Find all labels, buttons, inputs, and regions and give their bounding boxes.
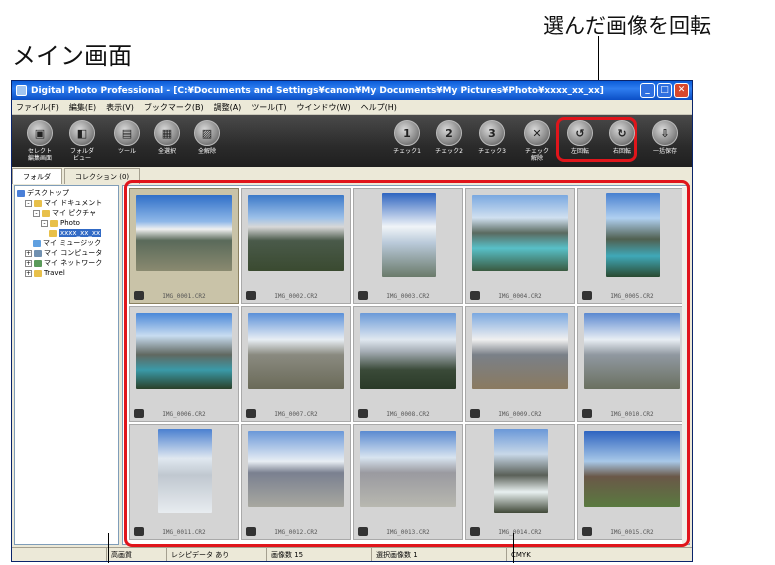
deselect-all-button[interactable]: ▨ 全解除 — [187, 120, 227, 155]
deselect-all-icon: ▨ — [194, 120, 220, 146]
thumbnail-grid-highlight — [124, 180, 690, 547]
tree-item[interactable]: + マイ ネットワーク — [17, 258, 116, 268]
close-button[interactable]: ✕ — [674, 83, 689, 98]
app-window: Digital Photo Professional - [C:¥Documen… — [11, 80, 693, 562]
toolbar-label: ツール — [117, 148, 136, 155]
tree-item-label: xxxx_xx_xx — [59, 229, 102, 237]
collapse-icon[interactable]: - — [33, 209, 40, 217]
rotate-right-button[interactable]: ↻ 右回転 — [602, 120, 642, 155]
expand-icon[interactable]: + — [25, 269, 32, 277]
toolbar-label: 左回転 — [570, 148, 589, 155]
check1-icon: 1 — [394, 120, 420, 146]
folder-view-button[interactable]: ◧ フォルダ ビュー — [62, 120, 102, 162]
menu-bar: ファイル(F) 編集(E) 表示(V) ブックマーク(B) 調整(A) ツール(T) ウイン… — [12, 100, 692, 115]
toolbar: ▣ セレクト 編集画面 ◧ フォルダ ビュー ▤ ツール ▦ 全選択 ▨ 全解除 1 チェック1 2 チェ… — [12, 115, 692, 167]
batch-save-button[interactable]: ⇩ 一括保存 — [645, 120, 685, 155]
screen-title: メイン画面 — [12, 42, 132, 70]
tree-item[interactable]: デスクトップ — [17, 188, 116, 198]
tree-item[interactable]: xxxx_xx_xx — [17, 228, 116, 238]
rotate-right-icon: ↻ — [609, 120, 635, 146]
toolbar-label: チェック2 — [435, 148, 463, 155]
tree-item[interactable]: - マイ ピクチャ — [17, 208, 116, 218]
window-titlebar[interactable]: Digital Photo Professional - [C:¥Documen… — [12, 81, 692, 100]
toolbar-label: チェック3 — [478, 148, 506, 155]
toolbar-label: 全解除 — [197, 148, 216, 155]
menu-item[interactable]: ヘルプ(H) — [361, 102, 397, 113]
collapse-icon[interactable]: - — [25, 199, 32, 207]
toolbar-label: フォルダ ビュー — [69, 148, 94, 162]
rotate-left-button[interactable]: ↺ 左回転 — [560, 120, 600, 155]
check-clear-icon: ✕ — [524, 120, 550, 146]
folder-view-icon: ◧ — [69, 120, 95, 146]
status-count: 画像数 15 — [267, 548, 372, 561]
tree-item[interactable]: マイ ミュージック — [17, 238, 116, 248]
rotate-left-icon: ↺ — [567, 120, 593, 146]
menu-item[interactable]: ツール(T) — [251, 102, 286, 113]
menu-item[interactable]: ブックマーク(B) — [144, 102, 204, 113]
tree-item-label: マイ ネットワーク — [44, 259, 103, 267]
expand-icon[interactable]: + — [25, 259, 32, 267]
rotate-annotation: 選んだ画像を回転 — [543, 14, 711, 38]
collapse-icon[interactable]: - — [41, 219, 48, 227]
tree-item-label: Photo — [60, 219, 80, 227]
expand-icon[interactable]: + — [25, 249, 32, 257]
batch-save-icon: ⇩ — [652, 120, 678, 146]
folder-tree: デスクトップ - マイ ドキュメント - マイ ピクチャ - Photo xxxx_xx_xx… — [14, 185, 119, 545]
status-selected: 選択画像数 1 — [372, 548, 507, 561]
menu-item[interactable]: ウインドウ(W) — [296, 102, 350, 113]
folder-icon — [34, 199, 42, 207]
select-edit-icon: ▣ — [27, 120, 53, 146]
net-icon — [34, 259, 42, 267]
folder-icon — [42, 209, 50, 217]
tree-item-label: デスクトップ — [27, 189, 69, 197]
select-all-icon: ▦ — [154, 120, 180, 146]
check-clear-button[interactable]: ✕ チェック 解除 — [517, 120, 557, 162]
annotation-line-bottom-left — [108, 533, 109, 563]
check3-button[interactable]: 3 チェック3 — [472, 120, 512, 155]
tree-item[interactable]: + Travel — [17, 268, 116, 278]
folder-icon — [50, 219, 58, 227]
toolbar-label: 全選択 — [157, 148, 176, 155]
tree-item-label: マイ ドキュメント — [44, 199, 103, 207]
music-icon — [33, 239, 41, 247]
toolbar-label: セレクト 編集画面 — [27, 148, 52, 162]
minimize-button[interactable]: _ — [640, 83, 655, 98]
menu-item[interactable]: 編集(E) — [69, 102, 96, 113]
folder-icon — [34, 269, 42, 277]
tab-folder[interactable]: フォルダ — [12, 168, 62, 184]
menu-item[interactable]: 調整(A) — [214, 102, 242, 113]
tree-item-label: マイ ピクチャ — [52, 209, 97, 217]
status-colorspace: CMYK — [511, 550, 531, 559]
menu-item[interactable]: 表示(V) — [106, 102, 134, 113]
tree-item[interactable]: - マイ ドキュメント — [17, 198, 116, 208]
tree-item-label: Travel — [44, 269, 65, 277]
folder-icon — [49, 229, 57, 237]
check2-icon: 2 — [436, 120, 462, 146]
status-recipe: レシピデータ あり — [167, 548, 267, 561]
annotation-line-bottom-right — [513, 533, 514, 563]
pc-icon — [34, 249, 42, 257]
check1-button[interactable]: 1 チェック1 — [387, 120, 427, 155]
tool-button[interactable]: ▤ ツール — [107, 120, 147, 155]
select-all-button[interactable]: ▦ 全選択 — [147, 120, 187, 155]
status-quality: 高画質 — [107, 548, 167, 561]
toolbar-label: 一括保存 — [652, 148, 677, 155]
select-edit-button[interactable]: ▣ セレクト 編集画面 — [20, 120, 60, 162]
check3-icon: 3 — [479, 120, 505, 146]
tree-item-label: マイ ミュージック — [43, 239, 102, 247]
tree-item[interactable]: + マイ コンピュータ — [17, 248, 116, 258]
tree-item[interactable]: - Photo — [17, 218, 116, 228]
toolbar-label: 右回転 — [612, 148, 631, 155]
status-bar: 高画質 レシピデータ あり 画像数 15 選択画像数 1 CMYK — [12, 547, 692, 561]
toolbar-label: チェック 解除 — [524, 148, 549, 162]
menu-item[interactable]: ファイル(F) — [16, 102, 59, 113]
app-icon — [16, 85, 27, 96]
toolbar-label: チェック1 — [393, 148, 421, 155]
maximize-button[interactable]: □ — [657, 83, 672, 98]
tree-item-label: マイ コンピュータ — [44, 249, 103, 257]
check2-button[interactable]: 2 チェック2 — [429, 120, 469, 155]
tool-icon: ▤ — [114, 120, 140, 146]
window-title: Digital Photo Professional - [C:¥Documen… — [31, 85, 604, 96]
desktop-icon — [17, 189, 25, 197]
